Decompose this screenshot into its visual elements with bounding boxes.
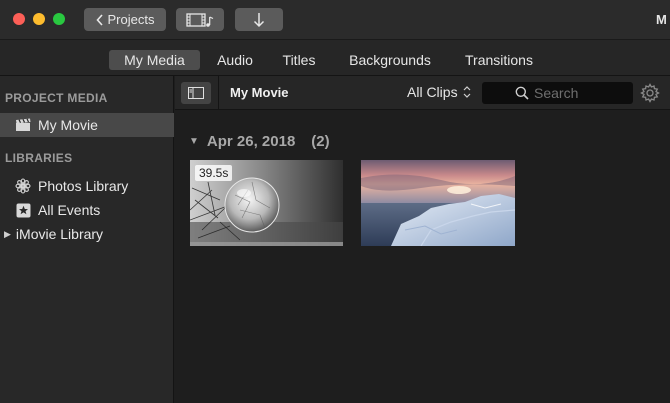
photos-icon	[14, 177, 32, 195]
gear-icon[interactable]	[640, 83, 660, 103]
search-icon	[515, 86, 529, 100]
clip-filter-label: All Clips	[407, 84, 458, 100]
icy-shoreline-image	[361, 160, 515, 246]
sidebar-icon	[188, 87, 204, 99]
sidebar-item-label: Photos Library	[38, 178, 129, 194]
toolbar-edge-text: M	[656, 12, 667, 27]
tab-backgrounds[interactable]: Backgrounds	[340, 50, 440, 70]
project-media-header: PROJECT MEDIA	[5, 91, 108, 105]
event-date: Apr 26, 2018	[206, 133, 296, 150]
clip-filter-select[interactable]: All Clips	[407, 84, 471, 100]
libraries-sidebar: PROJECT MEDIA My Movie LIBRARIES Photos …	[0, 76, 174, 403]
disclosure-triangle-icon[interactable]: ▼	[189, 136, 199, 147]
media-browser: ▼ Apr 26, 2018 (2) 39.5s	[175, 111, 670, 403]
updown-chevron-icon	[463, 86, 471, 98]
title-bar: Projects M	[0, 0, 670, 40]
sidebar-item-imovie-library[interactable]: ▶ iMovie Library	[0, 222, 174, 246]
sidebar-item-label: All Events	[38, 202, 101, 218]
tab-transitions[interactable]: Transitions	[456, 50, 542, 70]
projects-button[interactable]: Projects	[84, 8, 166, 31]
tab-audio[interactable]: Audio	[210, 50, 260, 70]
zoom-window-button[interactable]	[53, 13, 65, 25]
clapperboard-icon	[14, 116, 32, 134]
search-field[interactable]	[482, 82, 644, 104]
minimize-window-button[interactable]	[33, 13, 45, 25]
clip-duration-badge: 39.5s	[195, 165, 233, 181]
libraries-header: LIBRARIES	[5, 151, 73, 165]
event-clip-count: (2)	[311, 133, 330, 150]
star-icon	[14, 201, 32, 219]
tab-titles[interactable]: Titles	[276, 50, 322, 70]
sidebar-item-my-movie[interactable]: My Movie	[0, 113, 174, 137]
close-window-button[interactable]	[13, 13, 25, 25]
media-browser-button[interactable]	[176, 8, 224, 31]
search-input[interactable]	[534, 85, 644, 101]
sidebar-item-photos-library[interactable]: Photos Library	[0, 174, 174, 198]
header-divider	[218, 76, 219, 110]
browser-title: My Movie	[230, 85, 289, 100]
projects-button-label: Projects	[107, 12, 155, 27]
event-date-header[interactable]: ▼ Apr 26, 2018 (2)	[189, 133, 330, 150]
media-tab-bar: My Media Audio Titles Backgrounds Transi…	[0, 40, 670, 76]
film-music-icon	[186, 12, 214, 27]
clip-thumbnail[interactable]: 39.5s	[190, 160, 343, 246]
disclosure-triangle-icon[interactable]: ▶	[4, 229, 11, 240]
browser-header: My Movie All Clips	[175, 76, 670, 110]
sidebar-item-label: My Movie	[38, 117, 98, 133]
clip-thumbnail[interactable]	[361, 160, 515, 246]
toggle-sidebar-button[interactable]	[181, 82, 211, 104]
import-button[interactable]	[235, 8, 283, 31]
tab-my-media[interactable]: My Media	[109, 50, 200, 70]
sidebar-item-label: iMovie Library	[15, 226, 104, 242]
arrow-down-icon	[253, 12, 265, 27]
chevron-left-icon	[95, 13, 103, 26]
sidebar-item-all-events[interactable]: All Events	[0, 198, 174, 222]
